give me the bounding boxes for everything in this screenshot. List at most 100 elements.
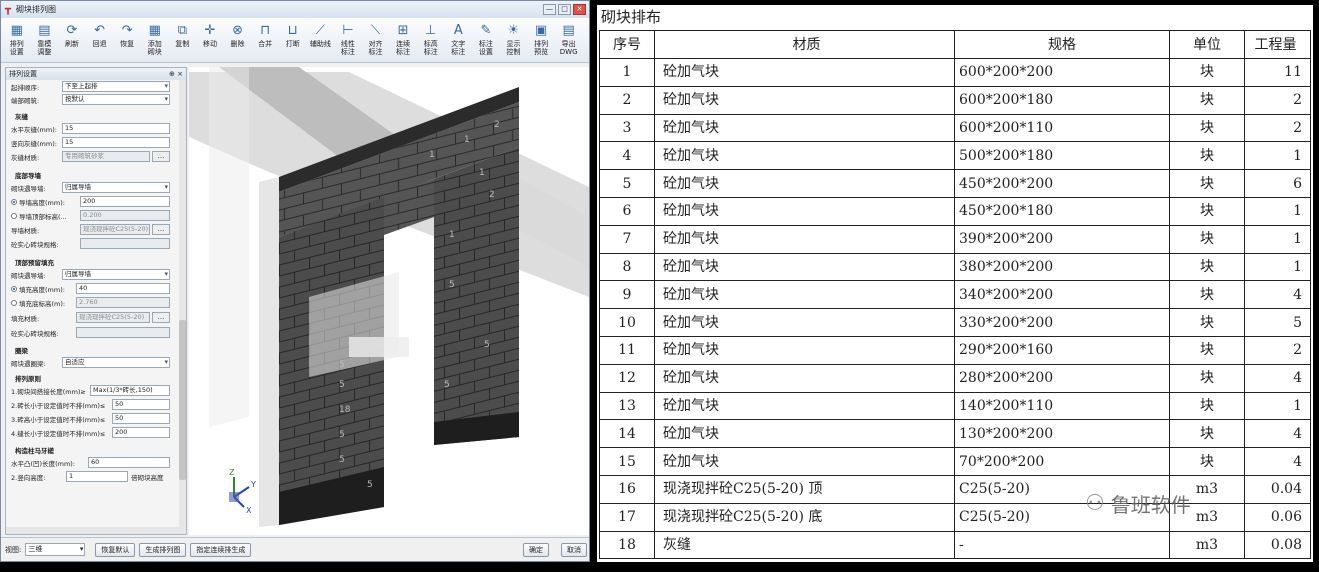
top-bottom-radio[interactable]	[11, 299, 17, 306]
rule-4-input[interactable]: 200	[112, 427, 170, 438]
table-cell: 灰缝	[654, 530, 955, 560]
undo-button[interactable]: ↶ 回退	[86, 18, 114, 62]
title-bar: ┳ 砌块排列图 — □ ✕	[1, 1, 589, 18]
table-cell: 290*200*160	[954, 335, 1170, 365]
table-cell: -	[954, 530, 1170, 560]
top-height-radio[interactable]	[11, 285, 17, 292]
bottom-wall-rule-select[interactable]: 归属导墙	[62, 182, 170, 193]
undo-icon: ↶	[94, 22, 106, 38]
bottom-height-radio[interactable]	[11, 198, 17, 205]
table-cell: 砼加气块	[654, 280, 955, 310]
mortar-material-browse[interactable]: ...	[152, 151, 170, 162]
table-cell: 1	[1244, 196, 1311, 226]
table-cell: 砼加气块	[654, 196, 955, 226]
column-height-input[interactable]: 1	[66, 471, 128, 482]
table-cell: 6	[599, 196, 655, 226]
watermark: ⚇ 鲁班软件	[1085, 489, 1191, 518]
display-control-button[interactable]: ☀ 显示 控制	[500, 18, 528, 62]
rule-3-input[interactable]: 50	[112, 413, 170, 424]
table-row: 5 砼加气块 450*200*200 块 6	[599, 169, 1311, 198]
display-control-icon: ☀	[507, 22, 520, 38]
view-label: 视图:	[5, 545, 22, 554]
block-label: 5	[339, 455, 345, 465]
mold-adjust-icon: ▤	[38, 22, 51, 38]
merge-button[interactable]: ⊓ 合并	[251, 18, 279, 62]
break-button[interactable]: ⊔ 打断	[279, 18, 307, 62]
end-build-select[interactable]: 按默认	[62, 94, 170, 105]
table-cell: 2	[1244, 335, 1311, 365]
restore-default-button[interactable]: 恢复默认	[95, 542, 136, 557]
table-cell: 0.06	[1244, 502, 1311, 532]
column-height-suffix: 倍砌块高度	[131, 473, 164, 482]
3d-viewport[interactable]: 2 1 1 1 2 1 5 5 18 5 5 5 5 5 5 Z Y X	[189, 67, 589, 535]
add-block-button[interactable]: ▦ 添加 砌块	[141, 18, 169, 62]
table-row: 17 现浇现拌砼C25(5-20) 底 C25(5-20) m3 0.06	[599, 502, 1311, 532]
table-row: 4 砼加气块 500*200*180 块 1	[599, 141, 1311, 171]
toolbar-label: 导出 DWG	[559, 40, 578, 56]
export-dwg-button[interactable]: ▤ 导出 DWG	[555, 18, 583, 62]
panel-vertical-scrollbar[interactable]	[179, 80, 186, 530]
pin-close-icon[interactable]: ⊕ ×	[169, 68, 183, 80]
column-height-label: 2.竖向高度:	[11, 473, 46, 482]
redo-button[interactable]: ↷ 恢复	[113, 18, 141, 62]
delete-button[interactable]: ⊗ 删除	[224, 18, 252, 62]
bottom-top-radio[interactable]	[11, 212, 17, 219]
block-label: 2	[494, 120, 500, 130]
column-len-input[interactable]: 60	[88, 457, 170, 468]
v-mortar-input[interactable]: 15	[62, 137, 170, 148]
linear-dim-button[interactable]: ⊢ 线性 标注	[334, 18, 362, 62]
bottom-solid-spec-field	[80, 238, 170, 249]
table-cell: 15	[599, 447, 655, 476]
continuous-dim-button[interactable]: ⊞ 连续 标注	[389, 18, 417, 62]
panel-horizontal-scrollbar[interactable]	[6, 527, 186, 534]
rule-2-input[interactable]: 50	[112, 399, 170, 410]
specify-continuous-button[interactable]: 指定连续排生成	[190, 542, 252, 557]
copy-button[interactable]: ⧉ 复制	[169, 18, 197, 62]
block-label: 5	[339, 380, 345, 390]
copy-icon: ⧉	[177, 22, 187, 38]
h-mortar-input[interactable]: 15	[62, 123, 170, 134]
table-cell: 600*200*110	[954, 113, 1170, 143]
table-cell: 0.08	[1244, 530, 1311, 560]
guide-line-button[interactable]: ⟋ 辅助线	[307, 18, 335, 62]
top-fill-height-input[interactable]: 40	[76, 283, 170, 294]
scroll-thumb[interactable]	[179, 320, 186, 480]
rule-1-input[interactable]: Max(1/3*砖长,150)	[90, 385, 170, 396]
maximize-button[interactable]: □	[558, 4, 571, 15]
toolbar-label: 打断	[285, 40, 300, 48]
close-button[interactable]: ✕	[573, 4, 586, 15]
align-dim-button[interactable]: ⟍ 对齐 标注	[362, 18, 390, 62]
bottom-wall-height-input[interactable]: 200	[80, 196, 170, 207]
top-fill-rule-select[interactable]: 归属导墙	[62, 269, 170, 280]
column-len-label: 水平凸(凹)长度(mm):	[11, 459, 75, 468]
wall-3d-model: 2 1 1 1 2 1 5 5 18 5 5 5 5 5 5 Z Y X	[189, 67, 589, 535]
table-row: 11 砼加气块 290*200*160 块 2	[599, 335, 1311, 365]
view-select[interactable]: 三维	[25, 543, 86, 556]
generate-button[interactable]: 生成排列图	[139, 542, 187, 557]
cancel-button[interactable]: 取消	[561, 542, 587, 557]
arrange-settings-button[interactable]: ▦ 排列 设置	[3, 18, 31, 62]
bottom-wall-height-label: 导墙高度(mm):	[11, 196, 65, 207]
ok-button[interactable]: 确定	[523, 542, 549, 557]
mold-adjust-button[interactable]: ▤ 靠模 调整	[31, 18, 59, 62]
arrange-preview-icon: ▣	[534, 22, 548, 38]
elevation-dim-button[interactable]: ⊥ 标高 标注	[417, 18, 445, 62]
table-cell: 块	[1169, 280, 1245, 310]
table-row: 3 砼加气块 600*200*110 块 2	[599, 113, 1311, 143]
minimize-button[interactable]: —	[543, 4, 556, 15]
arrange-preview-button[interactable]: ▣ 排列 预览	[527, 18, 555, 62]
bottom-solid-spec-label: 砼实心砖块规格:	[11, 240, 59, 249]
dim-settings-button[interactable]: ✎ 标注 设置	[472, 18, 500, 62]
refresh-button[interactable]: ⟳ 刷新	[58, 18, 86, 62]
right-pier	[434, 147, 519, 445]
move-button[interactable]: ✛ 移动	[196, 18, 224, 62]
text-dim-button[interactable]: A 文字 标注	[445, 18, 473, 62]
ring-beam-select[interactable]: 自适应	[62, 357, 170, 368]
start-order-select[interactable]: 下至上起排	[62, 81, 170, 92]
watermark-text: 鲁班软件	[1110, 493, 1191, 517]
table-cell: 9	[599, 280, 655, 310]
table-row: 13 砼加气块 140*200*110 块 1	[599, 391, 1311, 421]
top-material-browse[interactable]: ...	[152, 312, 170, 323]
table-cell: 340*200*200	[954, 280, 1170, 310]
bottom-material-browse[interactable]: ...	[152, 224, 170, 235]
